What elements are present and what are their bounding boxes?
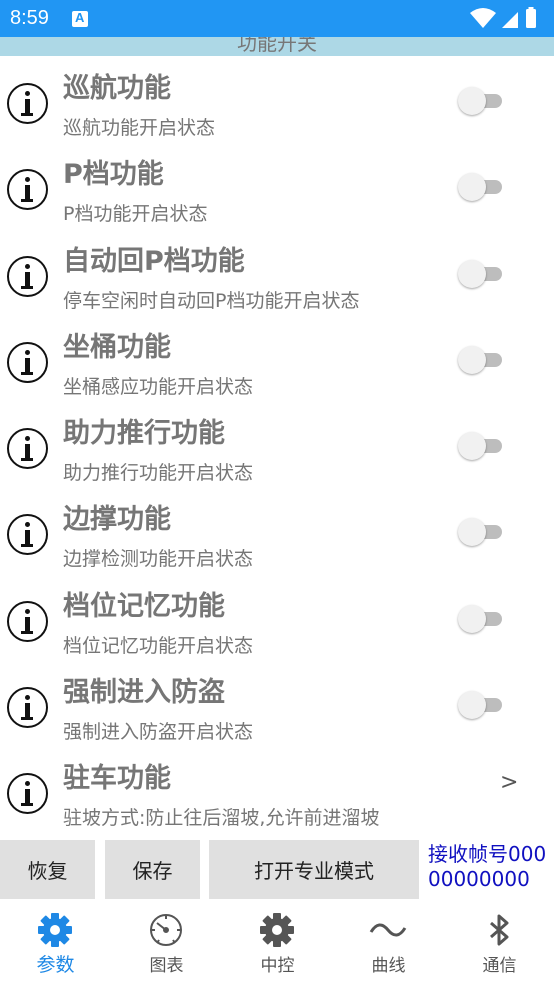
restore-button[interactable]: 恢复 — [0, 840, 95, 899]
status-icons — [470, 7, 536, 28]
setting-title: 自动回P档功能 — [63, 245, 245, 277]
tab-label: 图表 — [149, 956, 184, 976]
setting-title: 强制进入防盗 — [63, 677, 225, 709]
tab-gear-0[interactable]: 参数 — [0, 899, 111, 985]
tab-label: 通信 — [482, 956, 517, 976]
setting-description: 助力推行功能开启状态 — [63, 462, 254, 485]
setting-row[interactable]: 巡航功能巡航功能开启状态 — [0, 56, 554, 142]
info-icon[interactable] — [7, 773, 48, 815]
setting-description: 边撑检测功能开启状态 — [63, 548, 254, 571]
signal-icon — [502, 12, 518, 28]
button-bar: 恢复 保存 打开专业模式 接收帧号00000000000 — [0, 838, 554, 899]
pro-mode-button[interactable]: 打开专业模式 — [209, 840, 419, 899]
toggle-switch[interactable] — [458, 345, 504, 374]
setting-title: 档位记忆功能 — [63, 590, 225, 622]
tab-gauge-1[interactable]: 图表 — [111, 899, 222, 985]
notification-icon: A — [72, 10, 88, 27]
info-icon[interactable] — [7, 341, 48, 383]
setting-row[interactable]: 强制进入防盗强制进入防盗开启状态 — [0, 660, 554, 746]
setting-title: 巡航功能 — [63, 73, 171, 104]
info-icon[interactable] — [7, 428, 48, 470]
info-icon[interactable] — [7, 600, 48, 642]
toggle-switch[interactable] — [458, 432, 504, 461]
setting-row[interactable]: 助力推行功能助力推行功能开启状态 — [0, 401, 554, 487]
tab-label: 参数 — [36, 954, 75, 976]
setting-description: P档功能开启状态 — [63, 203, 208, 226]
toggle-switch[interactable] — [458, 173, 504, 202]
info-icon[interactable] — [7, 687, 48, 729]
setting-description: 驻坡方式:防止往后溜坡,允许前进溜坡 — [63, 807, 380, 830]
info-icon[interactable] — [7, 255, 48, 297]
wifi-icon — [470, 8, 496, 28]
info-icon[interactable] — [7, 169, 48, 211]
setting-title: 边撑功能 — [63, 504, 171, 536]
setting-title: 坐桶功能 — [63, 331, 171, 363]
setting-row[interactable]: 边撑功能边撑检测功能开启状态 — [0, 487, 554, 573]
bottom-tab-bar: 参数 图表 中控 曲线 通信 — [0, 899, 554, 985]
toggle-switch[interactable] — [458, 518, 504, 547]
tab-wave-3[interactable]: 曲线 — [333, 899, 444, 985]
chevron-right-icon[interactable]: > — [500, 770, 518, 795]
toggle-switch[interactable] — [458, 87, 504, 115]
setting-description: 巡航功能开启状态 — [63, 117, 216, 139]
toggle-switch[interactable] — [458, 691, 504, 720]
battery-icon — [526, 9, 536, 28]
setting-description: 停车空闲时自动回P档功能开启状态 — [63, 289, 360, 312]
setting-row[interactable]: P档功能 P档功能开启状态 — [0, 142, 554, 228]
setting-title: P档功能 — [63, 159, 164, 191]
save-button[interactable]: 保存 — [105, 840, 200, 899]
section-header: 功能开关 — [0, 37, 554, 56]
tab-label: 中控 — [260, 956, 295, 976]
setting-title: 驻车功能 — [63, 763, 171, 795]
setting-description: 档位记忆功能开启状态 — [63, 634, 254, 657]
frame-number-label: 接收帧号00000000000 — [428, 842, 547, 891]
status-bar: 8:59 A — [0, 0, 554, 37]
tab-label: 曲线 — [371, 956, 406, 976]
setting-row[interactable]: 坐桶功能坐桶感应功能开启状态 — [0, 315, 554, 401]
info-icon[interactable] — [7, 514, 48, 556]
setting-description: 强制进入防盗开启状态 — [63, 721, 254, 744]
settings-list: 巡航功能巡航功能开启状态 P档功能 P档功能开启状态自动回P档功能停车空闲时自动回P… — [0, 56, 554, 837]
toggle-switch[interactable] — [458, 259, 504, 288]
setting-description: 坐桶感应功能开启状态 — [63, 375, 254, 398]
info-icon[interactable] — [7, 83, 48, 124]
setting-title: 助力推行功能 — [63, 418, 225, 450]
toggle-switch[interactable] — [458, 604, 504, 633]
tab-gear-2[interactable]: 中控 — [222, 899, 333, 985]
status-time: 8:59 — [10, 7, 49, 29]
setting-row[interactable]: 驻车功能驻坡方式:防止往后溜坡,允许前进溜坡 > — [0, 746, 554, 832]
setting-row[interactable]: 档位记忆功能档位记忆功能开启状态 — [0, 574, 554, 660]
setting-row[interactable]: 自动回P档功能停车空闲时自动回P档功能开启状态 — [0, 229, 554, 315]
tab-bluetooth-4[interactable]: 通信 — [444, 899, 554, 985]
